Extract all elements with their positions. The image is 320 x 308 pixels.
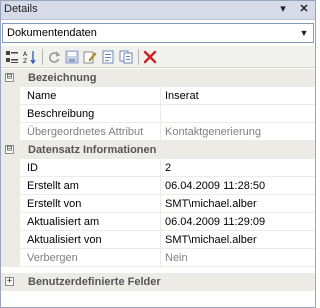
property-value[interactable]: Kontaktgenerierung [165, 126, 261, 138]
collapse-icon[interactable]: ⊟ [5, 73, 14, 82]
property-name: Verbergen [27, 252, 78, 264]
chevron-down-icon[interactable]: ▼ [298, 27, 310, 39]
property-name: Übergeordnetes Attribut [27, 126, 144, 138]
toolbar: AZ [0, 46, 316, 68]
category-label: Datensatz Informationen [28, 144, 157, 156]
refresh-icon[interactable] [46, 49, 62, 65]
document-icon[interactable] [100, 49, 116, 65]
property-name: Name [27, 90, 57, 102]
view-selector-dropdown[interactable]: Dokumentendaten ▼ [2, 23, 314, 43]
toolbar-separator [138, 49, 139, 65]
delete-icon[interactable] [142, 49, 158, 65]
property-name: Erstellt am [27, 180, 79, 192]
category-datensatz-informationen[interactable]: ⊟ Datensatz Informationen [0, 141, 316, 159]
property-row-hidden[interactable]: Verbergen Nein [0, 249, 316, 267]
property-value[interactable]: Inserat [165, 90, 199, 102]
category-benutzerdefinierte-felder[interactable]: + Benutzerdefinierte Felder [0, 273, 316, 291]
property-row-created-at[interactable]: Erstellt am 06.04.2009 11:28:50 [0, 177, 316, 195]
property-value[interactable]: 06.04.2009 11:28:50 [165, 180, 265, 192]
svg-text:A: A [23, 51, 28, 58]
property-name: ID [27, 162, 38, 174]
property-row-updated-by[interactable]: Aktualisiert von SMT\michael.alber [0, 231, 316, 249]
property-value[interactable]: Nein [165, 252, 188, 264]
property-name: Erstellt von [27, 198, 82, 210]
panel-titlebar: Details ▾ ✕ [0, 0, 316, 20]
categorized-view-icon[interactable] [4, 49, 20, 65]
property-row-id[interactable]: ID 2 [0, 159, 316, 177]
property-name: Beschreibung [27, 108, 95, 120]
property-grid: ⊟ Bezeichnung Name Inserat Beschreibung … [0, 69, 316, 308]
pin-dropdown-icon[interactable]: ▾ [275, 1, 291, 17]
panel-title: Details [4, 3, 38, 15]
view-selector-value: Dokumentendaten [7, 27, 97, 39]
category-label: Benutzerdefinierte Felder [28, 276, 161, 288]
edit-icon[interactable] [82, 49, 98, 65]
alphabetical-sort-icon[interactable]: AZ [22, 49, 38, 65]
property-row-name[interactable]: Name Inserat [0, 87, 316, 105]
toolbar-separator [42, 49, 43, 65]
copy-icon[interactable] [118, 49, 134, 65]
collapse-icon[interactable]: ⊟ [5, 145, 14, 154]
property-row-updated-at[interactable]: Aktualisiert am 06.04.2009 11:29:09 [0, 213, 316, 231]
category-bezeichnung[interactable]: ⊟ Bezeichnung [0, 69, 316, 87]
property-row-created-by[interactable]: Erstellt von SMT\michael.alber [0, 195, 316, 213]
property-value[interactable]: 2 [165, 162, 171, 174]
expand-icon[interactable]: + [5, 277, 14, 286]
property-value[interactable]: SMT\michael.alber [165, 234, 257, 246]
property-name: Aktualisiert von [27, 234, 102, 246]
save-icon[interactable] [64, 49, 80, 65]
property-row-beschreibung[interactable]: Beschreibung [0, 105, 316, 123]
property-row-parent-attribute[interactable]: Übergeordnetes Attribut Kontaktgenerieru… [0, 123, 316, 141]
category-label: Bezeichnung [28, 72, 97, 84]
svg-text:Z: Z [23, 58, 27, 64]
close-icon[interactable]: ✕ [296, 1, 312, 17]
grid-empty-area [0, 291, 316, 308]
property-name: Aktualisiert am [27, 216, 100, 228]
property-value[interactable]: 06.04.2009 11:29:09 [165, 216, 265, 228]
property-value[interactable]: SMT\michael.alber [165, 198, 257, 210]
